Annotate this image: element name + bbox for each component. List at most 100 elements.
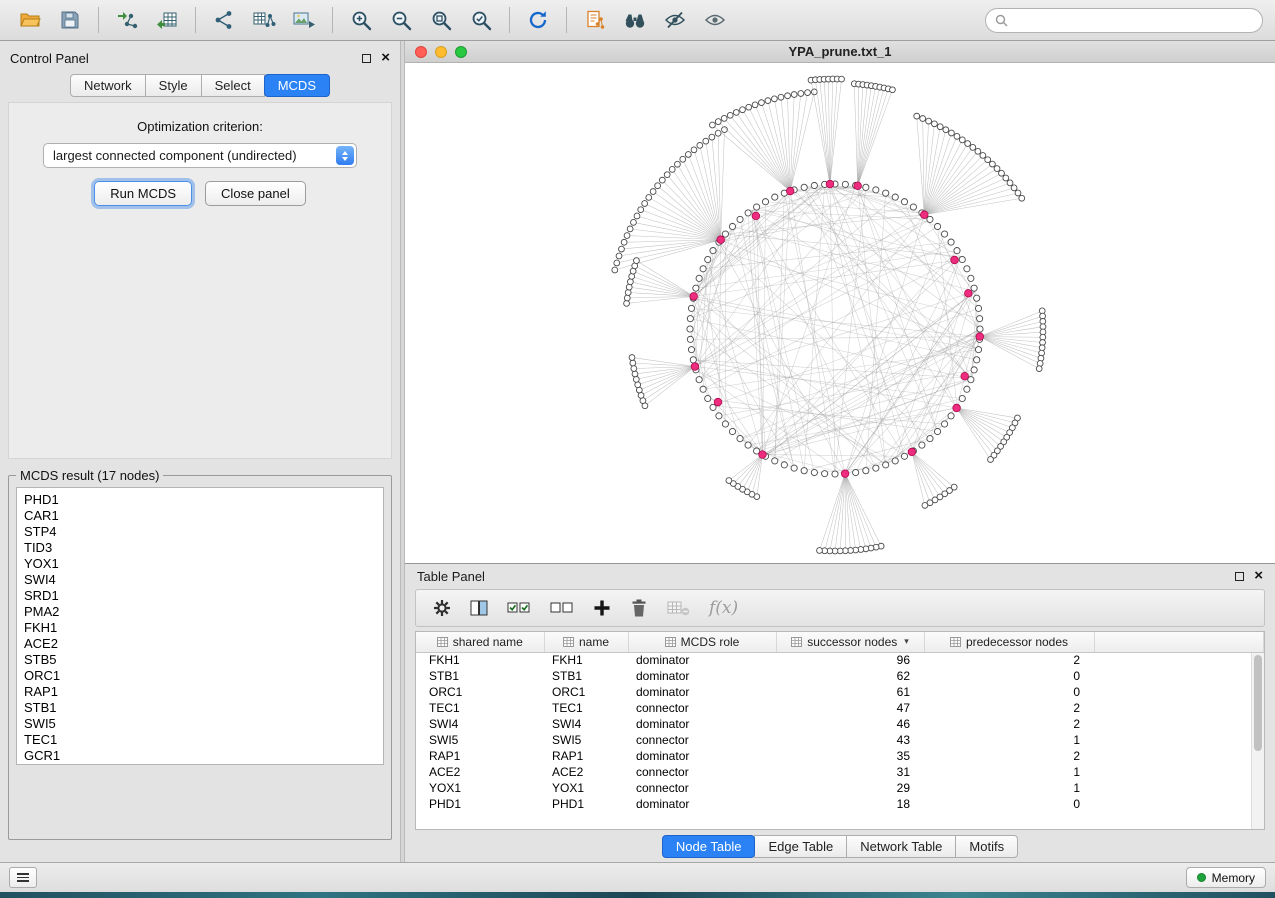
open-folder-icon[interactable] xyxy=(12,4,48,36)
tab-motifs[interactable]: Motifs xyxy=(955,835,1018,858)
result-item[interactable]: CAR1 xyxy=(24,508,383,524)
table-row[interactable]: YOX1YOX1connector291 xyxy=(416,780,1264,796)
table-cell[interactable]: dominator xyxy=(628,668,776,684)
table-cell[interactable]: dominator xyxy=(628,748,776,764)
table-cell[interactable]: ACE2 xyxy=(416,764,544,780)
network-window-titlebar[interactable]: YPA_prune.txt_1 xyxy=(405,41,1275,63)
table-cell[interactable]: dominator xyxy=(628,796,776,812)
result-item[interactable]: ACE2 xyxy=(24,636,383,652)
table-cell[interactable]: 2 xyxy=(924,716,1094,732)
column-header-mcds-role[interactable]: MCDS role xyxy=(628,632,776,652)
result-item[interactable]: SWI4 xyxy=(24,572,383,588)
result-item[interactable]: SWI5 xyxy=(24,716,383,732)
tab-network[interactable]: Network xyxy=(70,74,146,97)
table-row[interactable]: RAP1RAP1dominator352 xyxy=(416,748,1264,764)
table-cell[interactable]: 47 xyxy=(776,700,924,716)
result-item[interactable]: FKH1 xyxy=(24,620,383,636)
tab-node-table[interactable]: Node Table xyxy=(662,835,756,858)
table-cell[interactable]: 96 xyxy=(776,652,924,668)
table-cell[interactable]: 0 xyxy=(924,668,1094,684)
table-cell[interactable]: 1 xyxy=(924,732,1094,748)
table-row[interactable]: ORC1ORC1dominator610 xyxy=(416,684,1264,700)
table-cell[interactable]: YOX1 xyxy=(416,780,544,796)
table-scrollbar-thumb[interactable] xyxy=(1254,655,1262,751)
network-graph[interactable] xyxy=(405,63,1274,563)
show-panels-menu-icon[interactable] xyxy=(9,867,37,888)
table-cell[interactable]: 0 xyxy=(924,796,1094,812)
table-cell[interactable]: 61 xyxy=(776,684,924,700)
table-cell[interactable]: RAP1 xyxy=(544,748,628,764)
tab-select[interactable]: Select xyxy=(201,74,265,97)
table-cell[interactable]: ACE2 xyxy=(544,764,628,780)
optimization-criterion-dropdown[interactable]: largest connected component (undirected) xyxy=(43,143,357,168)
table-row[interactable]: SWI5SWI5connector431 xyxy=(416,732,1264,748)
close-table-panel-icon[interactable]: × xyxy=(1254,570,1263,582)
close-mcds-panel-button[interactable]: Close panel xyxy=(205,181,306,206)
table-cell[interactable]: STB1 xyxy=(544,668,628,684)
tab-network-table[interactable]: Network Table xyxy=(846,835,956,858)
find-binoculars-icon[interactable] xyxy=(617,4,653,36)
network-canvas[interactable] xyxy=(405,63,1275,563)
table-cell[interactable]: 2 xyxy=(924,748,1094,764)
table-cell[interactable]: connector xyxy=(628,700,776,716)
table-cell[interactable]: FKH1 xyxy=(416,652,544,668)
table-cell[interactable]: 31 xyxy=(776,764,924,780)
table-settings-gear-icon[interactable] xyxy=(432,598,452,618)
window-zoom-button[interactable] xyxy=(455,46,467,58)
table-row[interactable]: PHD1PHD1dominator180 xyxy=(416,796,1264,812)
result-item[interactable]: ORC1 xyxy=(24,668,383,684)
table-cell[interactable]: connector xyxy=(628,732,776,748)
result-item[interactable]: STB1 xyxy=(24,700,383,716)
network-from-table-icon[interactable] xyxy=(246,4,282,36)
show-details-eye-icon[interactable] xyxy=(697,4,733,36)
column-header-name[interactable]: name xyxy=(544,632,628,652)
show-columns-icon[interactable] xyxy=(469,598,489,618)
result-item[interactable]: STP4 xyxy=(24,524,383,540)
result-item[interactable]: TID3 xyxy=(24,540,383,556)
table-cell[interactable]: SWI4 xyxy=(544,716,628,732)
table-cell[interactable]: 62 xyxy=(776,668,924,684)
close-panel-icon[interactable]: × xyxy=(381,52,390,64)
table-cell[interactable]: 43 xyxy=(776,732,924,748)
table-scrollbar[interactable] xyxy=(1251,653,1264,829)
zoom-fit-icon[interactable] xyxy=(423,4,459,36)
table-row[interactable]: STB1STB1dominator620 xyxy=(416,668,1264,684)
table-cell[interactable]: 1 xyxy=(924,764,1094,780)
run-mcds-button[interactable]: Run MCDS xyxy=(94,181,192,206)
result-item[interactable]: YOX1 xyxy=(24,556,383,572)
column-header-successor-nodes[interactable]: successor nodes▾ xyxy=(776,632,924,652)
delete-column-trash-icon[interactable] xyxy=(629,598,649,618)
table-cell[interactable]: 2 xyxy=(924,652,1094,668)
save-icon[interactable] xyxy=(52,4,88,36)
result-item[interactable]: RAP1 xyxy=(24,684,383,700)
float-panel-icon[interactable] xyxy=(362,54,371,63)
result-item[interactable]: PHD1 xyxy=(24,492,383,508)
table-cell[interactable]: ORC1 xyxy=(416,684,544,700)
table-cell[interactable]: PHD1 xyxy=(544,796,628,812)
unselect-all-columns-icon[interactable] xyxy=(549,598,575,618)
table-cell[interactable]: 46 xyxy=(776,716,924,732)
window-minimize-button[interactable] xyxy=(435,46,447,58)
table-cell[interactable]: connector xyxy=(628,780,776,796)
table-cell[interactable]: PHD1 xyxy=(416,796,544,812)
table-cell[interactable]: 0 xyxy=(924,684,1094,700)
table-cell[interactable]: 29 xyxy=(776,780,924,796)
table-cell[interactable]: dominator xyxy=(628,652,776,668)
table-cell[interactable]: 2 xyxy=(924,700,1094,716)
select-all-columns-icon[interactable] xyxy=(506,598,532,618)
tab-edge-table[interactable]: Edge Table xyxy=(754,835,847,858)
table-cell[interactable]: SWI5 xyxy=(544,732,628,748)
result-item[interactable]: SRD1 xyxy=(24,588,383,604)
result-item[interactable]: TEC1 xyxy=(24,732,383,748)
table-row[interactable]: FKH1FKH1dominator962 xyxy=(416,652,1264,668)
result-item[interactable]: PMA2 xyxy=(24,604,383,620)
table-cell[interactable]: 35 xyxy=(776,748,924,764)
search-box[interactable] xyxy=(985,8,1263,33)
table-cell[interactable]: dominator xyxy=(628,684,776,700)
table-cell[interactable]: YOX1 xyxy=(544,780,628,796)
table-cell[interactable]: dominator xyxy=(628,716,776,732)
refresh-icon[interactable] xyxy=(520,4,556,36)
float-table-panel-icon[interactable] xyxy=(1235,572,1244,581)
search-input[interactable] xyxy=(1014,13,1253,28)
column-header-shared-name[interactable]: shared name xyxy=(416,632,544,652)
